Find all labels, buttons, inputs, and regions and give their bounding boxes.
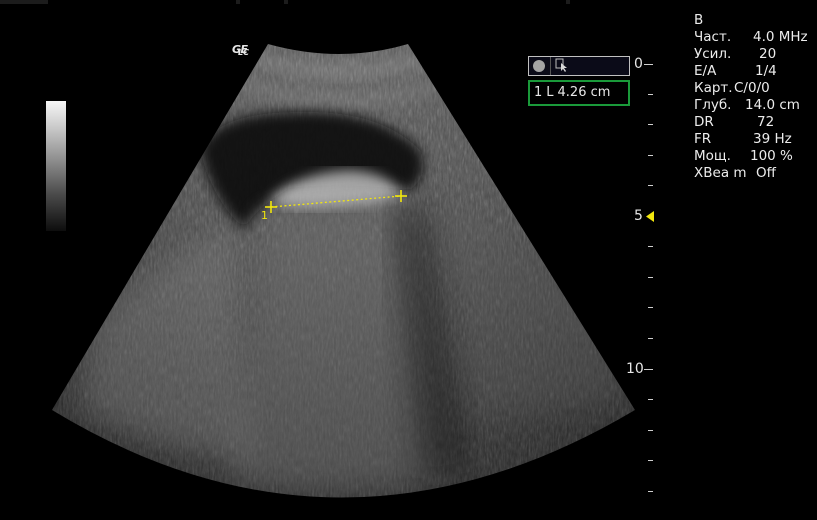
param-value: 14.0 cm — [745, 97, 800, 113]
mode-label: B — [694, 12, 704, 28]
param-value: 1/4 — [755, 63, 777, 79]
divider — [550, 57, 551, 75]
measurement-type: L — [546, 85, 554, 100]
measurement-result[interactable]: 1 L 4.26 cm — [528, 80, 630, 106]
param-key: Мощ. — [694, 148, 731, 164]
depth-tick — [648, 94, 653, 95]
depth-tick — [648, 491, 653, 492]
depth-label-0: 0 — [634, 56, 643, 72]
depth-tick — [648, 460, 653, 461]
depth-label-10: 10 — [626, 361, 644, 377]
param-key: Карт. — [694, 80, 733, 96]
param-key: Глуб. — [694, 97, 732, 113]
param-key: E/A — [694, 63, 717, 79]
param-value: 100 % — [750, 148, 793, 164]
depth-tick — [648, 399, 653, 400]
param-value: 39 Hz — [753, 131, 792, 147]
measurement-panel: 1 L 4.26 cm — [528, 56, 630, 106]
param-value: 4.0 MHz — [753, 29, 808, 45]
param-key: FR — [694, 131, 712, 147]
depth-tick — [648, 338, 653, 339]
depth-major-tick — [644, 64, 653, 65]
param-value: C/0/0 — [734, 80, 770, 96]
depth-tick — [648, 155, 653, 156]
grayscale-bar — [46, 101, 66, 231]
depth-tick — [648, 307, 653, 308]
depth-tick — [648, 246, 653, 247]
param-key: Усил. — [694, 46, 732, 62]
ge-logo: GE LC — [232, 40, 249, 57]
depth-tick — [648, 277, 653, 278]
depth-major-tick — [644, 369, 653, 370]
measurement-tool-row — [528, 56, 630, 76]
depth-tick — [648, 185, 653, 186]
param-value: 20 — [759, 46, 777, 62]
param-key: DR — [694, 114, 714, 130]
caliper-label: 1 — [261, 209, 268, 222]
focus-marker-icon[interactable] — [645, 211, 654, 222]
sector-fan — [52, 44, 635, 498]
cursor-icon[interactable] — [555, 58, 569, 72]
measurement-value: 4.26 cm — [557, 85, 611, 100]
logo-probe-mark: LC — [238, 48, 249, 57]
record-icon[interactable] — [533, 60, 545, 72]
depth-tick — [648, 124, 653, 125]
measurement-index: 1 — [534, 85, 543, 100]
param-key: Част. — [694, 29, 732, 45]
param-value: Off — [756, 165, 776, 181]
param-key: XBea m — [694, 165, 747, 181]
depth-label-5: 5 — [634, 208, 643, 224]
depth-tick — [648, 430, 653, 431]
param-value: 72 — [757, 114, 775, 130]
